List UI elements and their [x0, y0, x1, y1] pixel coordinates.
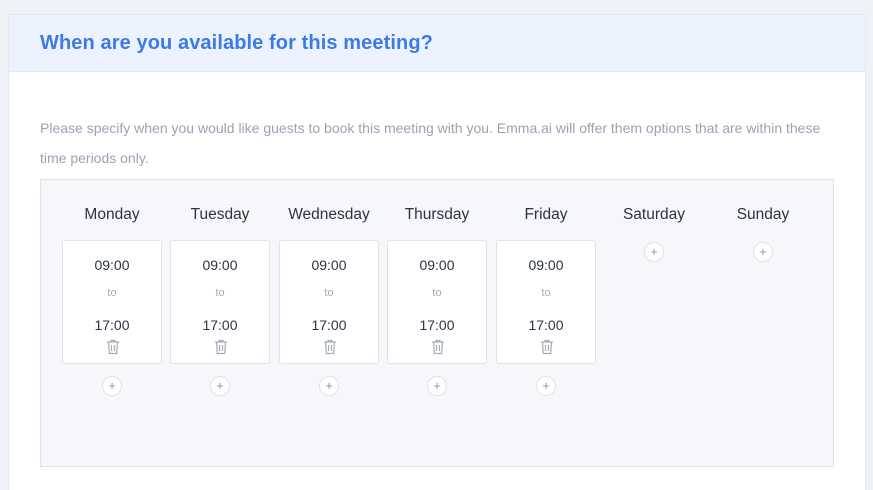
slot-end-time[interactable]: 17:00	[388, 317, 486, 333]
time-slot-tuesday[interactable]: 09:00 to 17:00	[170, 240, 270, 364]
slot-start-time[interactable]: 09:00	[497, 257, 595, 273]
add-slot-button-wednesday[interactable]: +	[319, 376, 339, 396]
time-slot-wednesday[interactable]: 09:00 to 17:00	[279, 240, 379, 364]
trash-icon[interactable]	[540, 339, 554, 355]
card-header: When are you available for this meeting?	[9, 15, 865, 72]
add-slot-button-friday[interactable]: +	[536, 376, 556, 396]
day-name-saturday: Saturday	[622, 206, 686, 223]
slot-end-time[interactable]: 17:00	[497, 317, 595, 333]
slot-to-label: to	[541, 287, 551, 299]
day-name-monday: Monday	[84, 206, 140, 223]
slot-to-label: to	[215, 287, 225, 299]
slot-start-time[interactable]: 09:00	[388, 257, 486, 273]
trash-icon[interactable]	[323, 339, 337, 355]
day-name-friday: Friday	[524, 206, 568, 223]
add-slot-button-monday[interactable]: +	[102, 376, 122, 396]
day-name-thursday: Thursday	[404, 206, 470, 223]
day-name-tuesday: Tuesday	[190, 206, 250, 223]
slot-end-time[interactable]: 17:00	[63, 317, 161, 333]
slot-start-time[interactable]: 09:00	[280, 257, 378, 273]
day-name-sunday: Sunday	[736, 206, 790, 223]
slot-end-time[interactable]: 17:00	[280, 317, 378, 333]
trash-icon[interactable]	[214, 339, 228, 355]
add-slot-button-saturday[interactable]: +	[644, 242, 664, 262]
slot-to-label: to	[324, 287, 334, 299]
slot-to-label: to	[107, 287, 117, 299]
availability-description: Please specify when you would like guest…	[40, 120, 821, 166]
slot-end-time[interactable]: 17:00	[171, 317, 269, 333]
trash-icon[interactable]	[431, 339, 445, 355]
add-slot-button-sunday[interactable]: +	[753, 242, 773, 262]
add-slot-button-tuesday[interactable]: +	[210, 376, 230, 396]
page-title: When are you available for this meeting?	[40, 31, 433, 54]
day-name-wednesday: Wednesday	[288, 206, 370, 223]
trash-icon[interactable]	[106, 339, 120, 355]
time-slot-friday[interactable]: 09:00 to 17:00	[496, 240, 596, 364]
time-slot-monday[interactable]: 09:00 to 17:00	[62, 240, 162, 364]
slot-start-time[interactable]: 09:00	[63, 257, 161, 273]
slot-to-label: to	[432, 287, 442, 299]
availability-card: When are you available for this meeting?…	[8, 14, 866, 490]
time-slot-thursday[interactable]: 09:00 to 17:00	[387, 240, 487, 364]
weekly-schedule-grid: Monday 09:00 to 17:00 + Tuesday 09:00 to…	[40, 179, 834, 467]
add-slot-button-thursday[interactable]: +	[427, 376, 447, 396]
slot-start-time[interactable]: 09:00	[171, 257, 269, 273]
